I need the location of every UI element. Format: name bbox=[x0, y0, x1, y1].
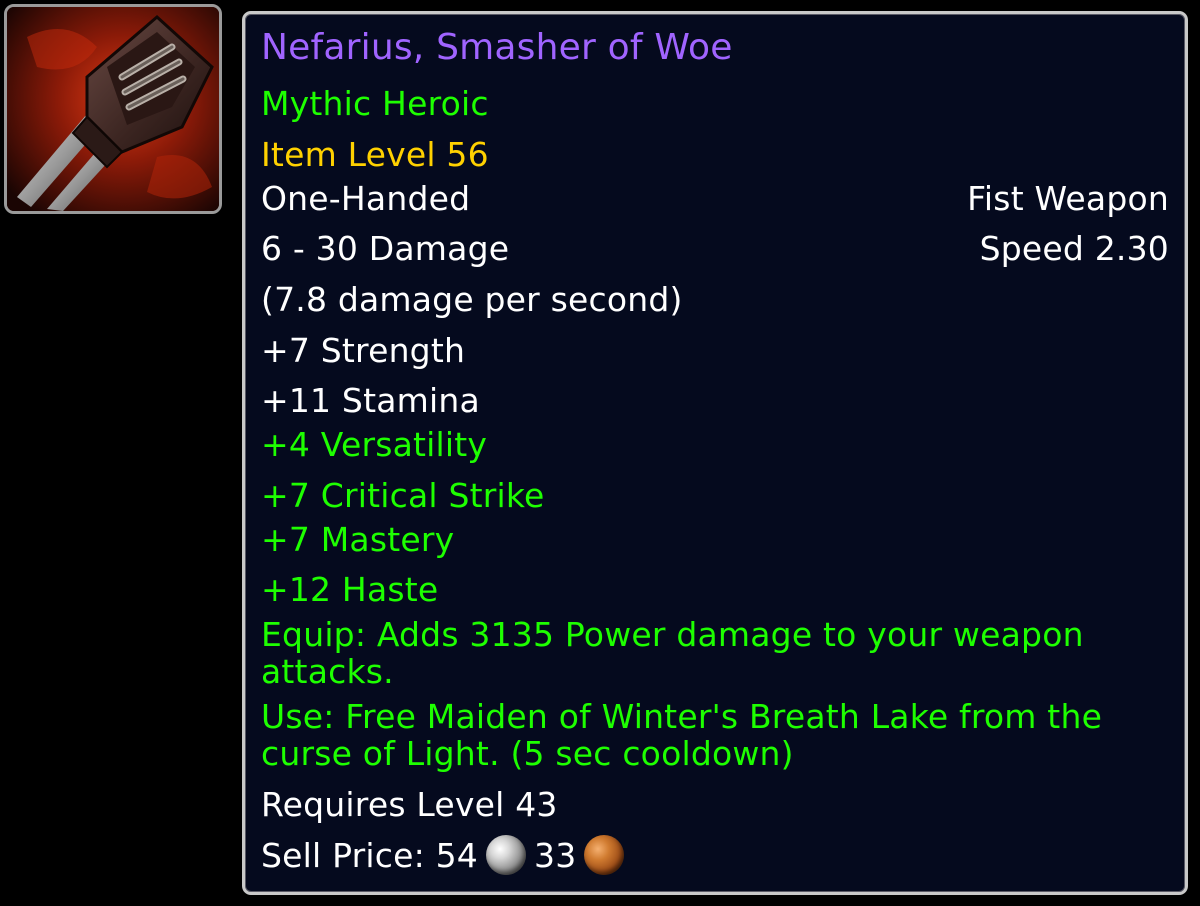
required-level: Requires Level 43 bbox=[261, 785, 558, 824]
equip-effect: Equip: Adds 3135 Power damage to your we… bbox=[261, 615, 1084, 691]
sell-price-copper: 33 bbox=[534, 836, 577, 875]
item-difficulty: Mythic Heroic bbox=[261, 84, 489, 123]
stat-strength: +7 Strength bbox=[261, 331, 466, 370]
item-slot: One-Handed bbox=[261, 179, 471, 218]
sell-price-label: Sell Price: bbox=[261, 836, 436, 875]
silver-coin-icon bbox=[486, 834, 526, 875]
stat-mastery: +7 Mastery bbox=[261, 520, 455, 559]
item-level: Item Level 56 bbox=[261, 135, 489, 174]
sell-price-row: Sell Price: 54 33 bbox=[261, 834, 1169, 878]
item-tooltip: Nefarius, Smasher of Woe Mythic Heroic I… bbox=[242, 11, 1188, 895]
use-effect: Use: Free Maiden of Winter's Breath Lake… bbox=[261, 697, 1103, 773]
weapon-dps: (7.8 damage per second) bbox=[261, 280, 683, 319]
weapon-type: Fist Weapon bbox=[967, 179, 1169, 218]
weapon-speed: Speed 2.30 bbox=[979, 229, 1169, 268]
slot-row: One-Handed Fist Weapon bbox=[261, 179, 1169, 219]
item-icon-frame[interactable] bbox=[4, 4, 222, 214]
stat-haste: +12 Haste bbox=[261, 570, 439, 609]
damage-row: 6 - 30 Damage Speed 2.30 bbox=[261, 229, 1169, 269]
sell-price-silver: 54 bbox=[435, 836, 478, 875]
weapon-damage: 6 - 30 Damage bbox=[261, 229, 510, 268]
stat-versatility: +4 Versatility bbox=[261, 425, 488, 464]
fist-weapon-icon bbox=[7, 7, 219, 211]
item-name: Nefarius, Smasher of Woe bbox=[261, 27, 733, 68]
stat-critical-strike: +7 Critical Strike bbox=[261, 476, 545, 515]
copper-coin-icon bbox=[584, 834, 625, 875]
stat-stamina: +11 Stamina bbox=[261, 381, 480, 420]
